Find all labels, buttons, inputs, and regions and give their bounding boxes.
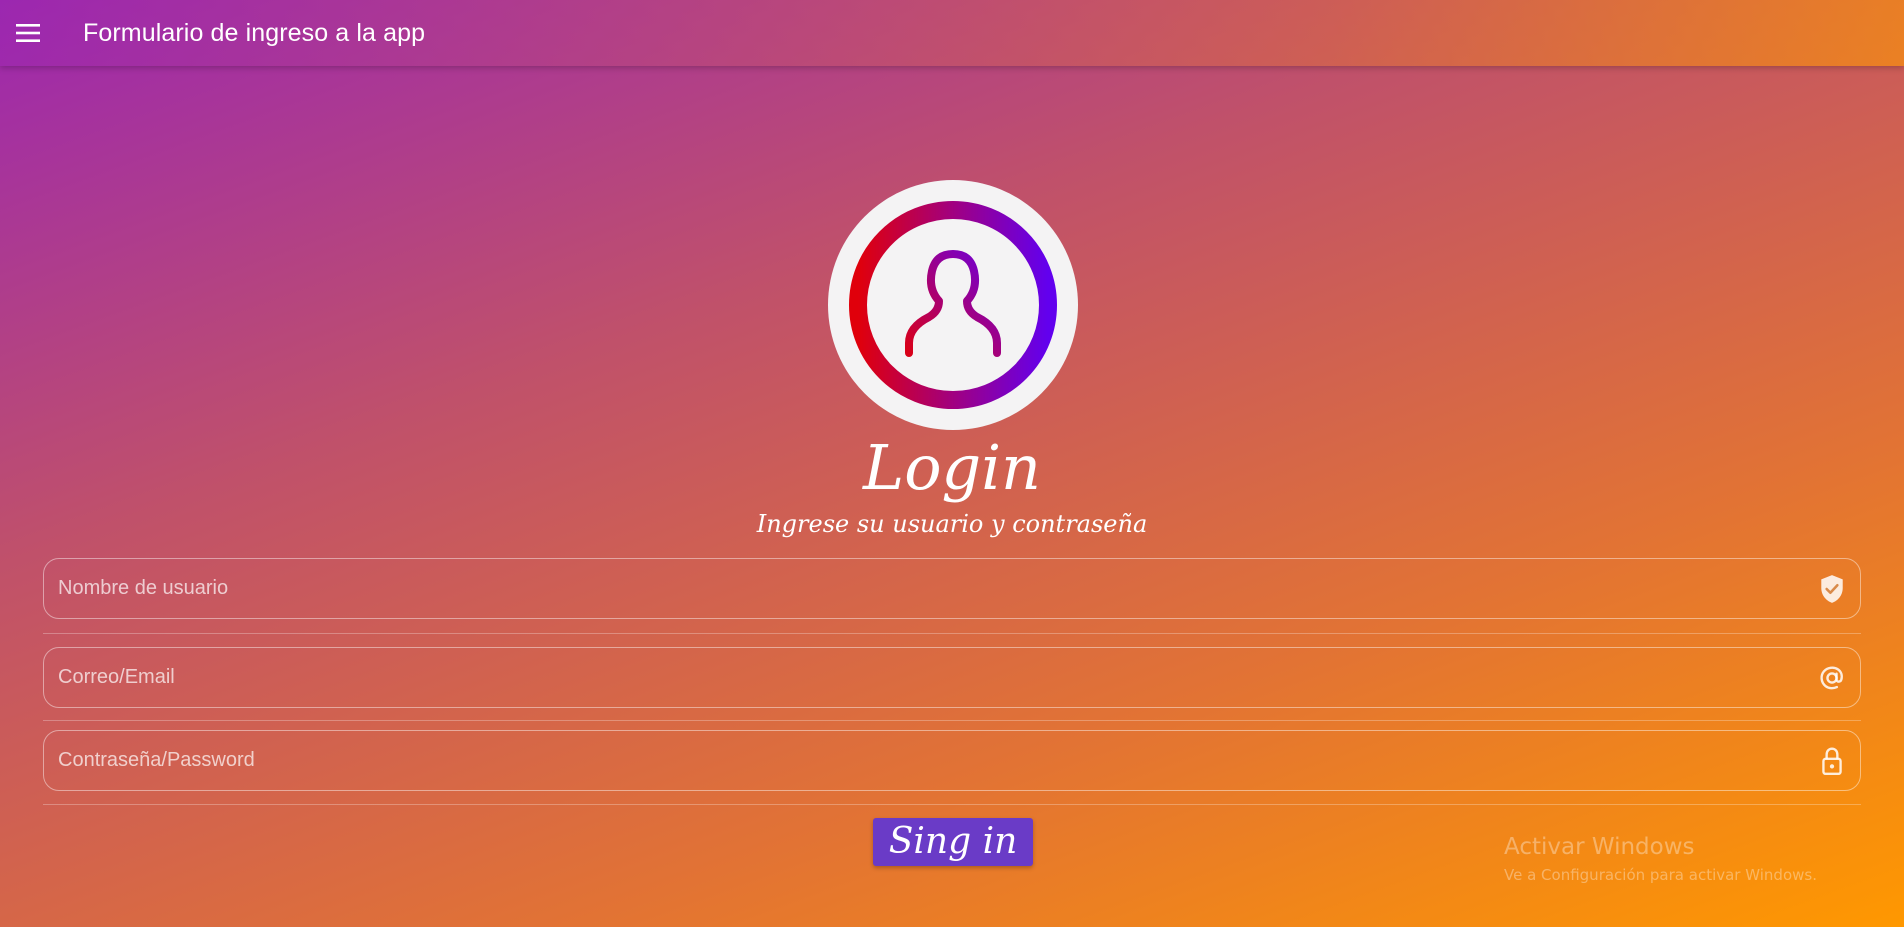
- app-bar: Formulario de ingreso a la app: [0, 0, 1904, 66]
- at-sign-icon: [1804, 648, 1860, 707]
- windows-activation-watermark: Activar Windows Ve a Configuración para …: [1504, 832, 1817, 886]
- shield-check-icon: [1804, 559, 1860, 618]
- field-divider: [43, 720, 1861, 721]
- username-input[interactable]: [44, 559, 1804, 618]
- password-field-container: [43, 730, 1861, 791]
- hamburger-menu-icon: [16, 24, 40, 42]
- password-input[interactable]: [44, 731, 1804, 790]
- login-subtitle: Ingrese su usuario y contraseña: [756, 510, 1148, 538]
- app-title: Formulario de ingreso a la app: [83, 18, 426, 47]
- user-avatar-icon: [849, 201, 1057, 409]
- username-field-container: [43, 558, 1861, 619]
- field-divider: [43, 633, 1861, 634]
- login-title: Login: [863, 431, 1041, 504]
- sign-in-button[interactable]: Sing in: [873, 818, 1033, 866]
- lock-icon: [1804, 731, 1860, 790]
- field-divider: [43, 804, 1861, 805]
- watermark-title: Activar Windows: [1504, 834, 1695, 860]
- user-avatar: [828, 180, 1078, 430]
- hamburger-menu-button[interactable]: [0, 0, 56, 66]
- watermark-subtitle: Ve a Configuración para activar Windows.: [1504, 866, 1817, 884]
- email-field-container: [43, 647, 1861, 708]
- email-input[interactable]: [44, 648, 1804, 707]
